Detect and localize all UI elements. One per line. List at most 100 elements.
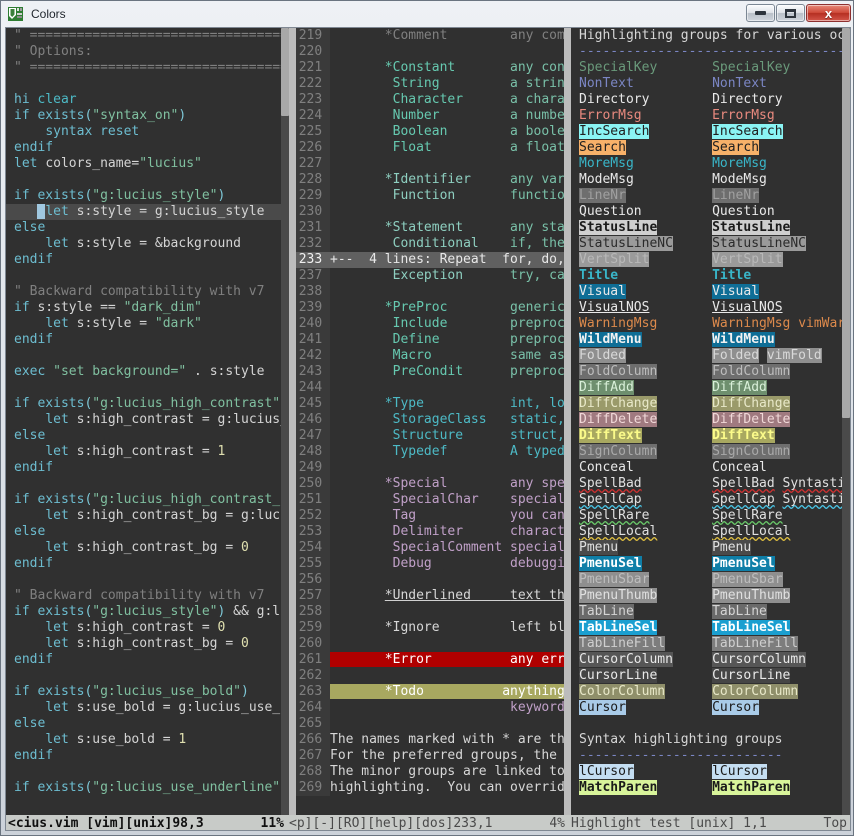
code-line[interactable]: 229 Function function > <box>296 188 564 204</box>
maximize-button[interactable] <box>776 4 805 22</box>
highlight-group-row[interactable]: Question Question <box>571 204 850 220</box>
code-line[interactable]: let s:style = g:lucius_style <box>6 204 289 220</box>
left-scroll-thumb[interactable] <box>281 28 289 116</box>
code-line[interactable]: if exists("g:lucius_use_bold") <box>6 684 289 700</box>
code-line[interactable]: 231 *Statement any state> <box>296 220 564 236</box>
highlight-group-row[interactable]: Visual Visual <box>571 284 850 300</box>
highlight-group-row[interactable]: SpellRare SpellRare <box>571 508 850 524</box>
blank-line[interactable] <box>571 716 850 732</box>
code-line[interactable]: 222 String a string > <box>296 76 564 92</box>
code-line[interactable] <box>6 572 289 588</box>
highlight-group-row[interactable]: LineNr LineNr <box>571 188 850 204</box>
highlight-group-row[interactable]: SpellCap SpellCap SyntasticWarni> <box>571 492 850 508</box>
highlight-group-row[interactable]: Title Title <box>571 268 850 284</box>
code-line[interactable]: endif <box>6 556 289 572</box>
code-line[interactable] <box>6 268 289 284</box>
code-line[interactable]: 242 Macro same as D <box>296 348 564 364</box>
code-line[interactable]: let s:high_contrast = 0 <box>6 620 289 636</box>
highlight-group-row[interactable]: DiffAdd DiffAdd <box>571 380 850 396</box>
code-line[interactable]: 221 *Constant any const> <box>296 60 564 76</box>
code-line[interactable]: 246 StorageClass static, r> <box>296 412 564 428</box>
code-line[interactable]: 253 Delimiter character> <box>296 524 564 540</box>
code-line[interactable]: 239 *PreProc generic P> <box>296 300 564 316</box>
highlight-group-row[interactable]: FoldColumn FoldColumn <box>571 364 850 380</box>
highlight-group-row[interactable]: MoreMsg MoreMsg <box>571 156 850 172</box>
highlight-group-row[interactable]: SignColumn SignColumn <box>571 444 850 460</box>
code-line[interactable]: if exists("g:lucius_use_underline") <box>6 780 289 796</box>
code-line[interactable]: endif <box>6 332 289 348</box>
code-line[interactable]: 219 *Comment any comme> <box>296 28 564 44</box>
highlight-group-row[interactable]: DiffDelete DiffDelete <box>571 412 850 428</box>
code-line[interactable]: 250 *Special any speci> <box>296 476 564 492</box>
highlight-group-row[interactable]: SpellBad SpellBad SyntasticError <box>571 476 850 492</box>
code-line[interactable]: 259 *Ignore left blan> <box>296 620 564 636</box>
highlight-group-row[interactable]: Pmenu Pmenu <box>571 540 850 556</box>
code-line[interactable] <box>6 668 289 684</box>
highlight-group-row[interactable]: MatchParen MatchParen <box>571 780 850 796</box>
code-line[interactable]: 243 PreCondit preproces> <box>296 364 564 380</box>
code-line[interactable]: 241 Define preproces> <box>296 332 564 348</box>
code-line[interactable]: 269 highlighting. You can override t> <box>296 780 564 796</box>
code-line[interactable]: 263 *Todo anything <box>296 684 564 700</box>
code-line[interactable]: endif <box>6 252 289 268</box>
highlight-group-row[interactable]: Folded Folded vimFold <box>571 348 850 364</box>
highlight-group-row[interactable]: TabLineSel TabLineSel <box>571 620 850 636</box>
editor-pane-highlight-test[interactable]: Highlighting groups for various occasio>… <box>571 28 850 815</box>
header-line[interactable]: Syntax highlighting groups <box>571 732 850 748</box>
highlight-group-row[interactable]: ModeMsg ModeMsg <box>571 172 850 188</box>
code-line[interactable]: 264 keywords > <box>296 700 564 716</box>
code-line[interactable]: 268 The minor groups are linked to th> <box>296 764 564 780</box>
code-line[interactable]: 227 <box>296 156 564 172</box>
header-line[interactable]: Highlighting groups for various occasio> <box>571 28 850 44</box>
code-line[interactable]: if s:style == "dark_dim" <box>6 300 289 316</box>
code-line[interactable]: exec "set background=" . s:style <box>6 364 289 380</box>
highlight-group-row[interactable]: VertSplit VertSplit <box>571 252 850 268</box>
rule-line[interactable]: -------------------------- <box>571 748 850 764</box>
code-line[interactable]: 245 *Type int, long> <box>296 396 564 412</box>
code-line[interactable]: 226 Float a floatin> <box>296 140 564 156</box>
code-line[interactable]: endif <box>6 652 289 668</box>
code-line[interactable]: 248 Typedef A typedef <box>296 444 564 460</box>
highlight-group-row[interactable]: StatusLine StatusLine <box>571 220 850 236</box>
code-line[interactable]: if exists("g:lucius_style") && g:luciu> <box>6 604 289 620</box>
code-line[interactable]: 260 <box>296 636 564 652</box>
code-line[interactable]: else <box>6 428 289 444</box>
code-line[interactable]: syntax reset <box>6 124 289 140</box>
code-line[interactable]: 225 Boolean a boolean> <box>296 124 564 140</box>
code-line[interactable]: endif <box>6 140 289 156</box>
code-line[interactable]: 254 SpecialComment special t <box>296 540 564 556</box>
highlight-group-row[interactable]: CursorColumn CursorColumn <box>571 652 850 668</box>
code-line[interactable]: 252 Tag you can u> <box>296 508 564 524</box>
close-button[interactable]: x <box>806 4 851 22</box>
code-line[interactable]: 220 <box>296 44 564 60</box>
code-line[interactable]: if exists("g:lucius_high_contrast_bg") <box>6 492 289 508</box>
highlight-group-row[interactable]: WarningMsg WarningMsg vimWarn vimB> <box>571 316 850 332</box>
code-line[interactable]: else <box>6 716 289 732</box>
code-line[interactable]: 240 Include preproces> <box>296 316 564 332</box>
code-line[interactable]: else <box>6 220 289 236</box>
code-line[interactable]: endif <box>6 460 289 476</box>
code-line[interactable]: let s:high_contrast_bg = g:lucius_> <box>6 508 289 524</box>
highlight-group-row[interactable]: Cursor Cursor <box>571 700 850 716</box>
left-pane-scrollbar[interactable] <box>281 28 289 815</box>
code-line[interactable]: let s:use_bold = g:lucius_use_bold <box>6 700 289 716</box>
code-line[interactable]: 224 Number a number > <box>296 108 564 124</box>
code-line[interactable]: 230 <box>296 204 564 220</box>
editor-pane-lucius-vim[interactable]: " =====================================>… <box>6 28 289 815</box>
highlight-group-row[interactable]: CursorLine CursorLine <box>571 668 850 684</box>
highlight-group-row[interactable]: SpecialKey SpecialKey <box>571 60 850 76</box>
highlight-group-row[interactable]: StatusLineNC StatusLineNC <box>571 236 850 252</box>
right-pane-scrollbar[interactable] <box>842 28 850 815</box>
highlight-group-row[interactable]: SpellLocal SpellLocal <box>571 524 850 540</box>
highlight-group-row[interactable]: VisualNOS VisualNOS <box>571 300 850 316</box>
highlight-group-row[interactable]: Directory Directory <box>571 92 850 108</box>
code-line[interactable]: let s:high_contrast_bg = 0 <box>6 540 289 556</box>
code-line[interactable]: 238 <box>296 284 564 300</box>
code-line[interactable] <box>6 476 289 492</box>
folded-line[interactable]: 233 +-- 4 lines: Repeat for, do, whi <box>296 252 564 268</box>
code-line[interactable]: " Options: <box>6 44 289 60</box>
code-line[interactable]: if exists("g:lucius_high_contrast") <box>6 396 289 412</box>
title-bar[interactable]: Colors x <box>1 1 854 27</box>
code-line[interactable]: 255 Debug debugging> <box>296 556 564 572</box>
code-line[interactable] <box>6 348 289 364</box>
